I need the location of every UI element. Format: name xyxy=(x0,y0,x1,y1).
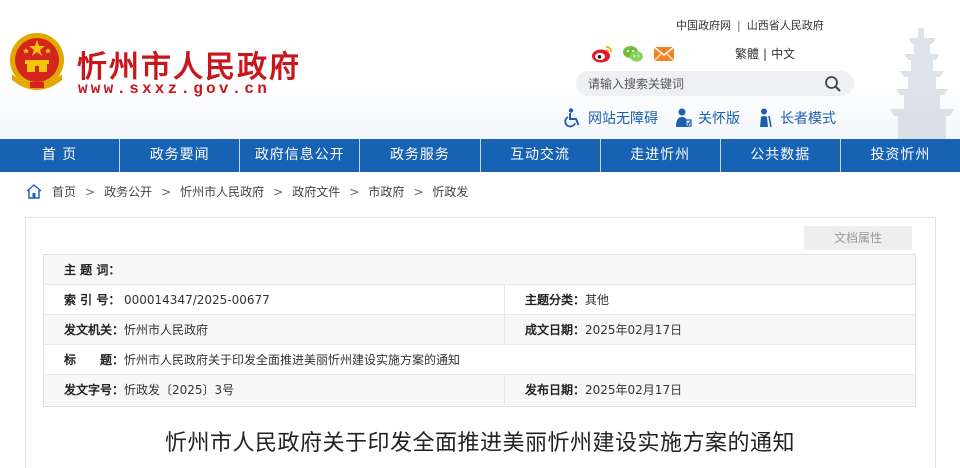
column-divider xyxy=(504,285,505,315)
link-shanxi-gov[interactable]: 山西省人民政府 xyxy=(747,19,824,32)
link-separator: | xyxy=(737,19,741,32)
meta-row-issuer: 发文机关： 忻州市人民政府 成文日期： 2025年02月17日 xyxy=(44,315,915,345)
index-label: 索 引 号： xyxy=(64,293,121,307)
document-attributes-tab[interactable]: 文档属性 xyxy=(804,226,912,250)
breadcrumb-separator: > xyxy=(349,184,360,199)
created-date-value: 2025年02月17日 xyxy=(585,323,683,337)
nav-government-services[interactable]: 政务服务 xyxy=(360,139,481,172)
top-links: 中国政府网 | 山西省人民政府 xyxy=(676,17,824,33)
column-divider xyxy=(504,315,505,345)
lang-separator: | xyxy=(763,47,768,61)
elder-icon xyxy=(760,108,772,128)
lang-traditional[interactable]: 繁體 xyxy=(735,47,759,61)
search-input[interactable] xyxy=(588,75,818,92)
breadcrumb-item[interactable]: 市政府 xyxy=(368,183,404,200)
barrier-free-label: 网站无障碍 xyxy=(588,111,658,127)
elder-mode-button[interactable]: 长者模式 xyxy=(756,108,836,128)
breadcrumb-item[interactable]: 政务公开 xyxy=(104,183,152,200)
home-icon[interactable] xyxy=(26,184,42,199)
column-divider xyxy=(504,375,505,405)
care-version-button[interactable]: 关怀版 xyxy=(674,108,740,128)
document-title: 忻州市人民政府关于印发全面推进美丽忻州建设实施方案的通知 xyxy=(164,431,795,456)
document-metadata-table: 主 题 词： 索 引 号： 000014347/2025-00677 主题分类：… xyxy=(43,254,916,407)
breadcrumb-item[interactable]: 首页 xyxy=(52,183,76,200)
category-value: 其他 xyxy=(585,293,610,307)
site-url[interactable]: www.sxxz.gov.cn xyxy=(78,80,270,98)
nav-government-news[interactable]: 政务要闻 xyxy=(120,139,241,172)
nav-public-data[interactable]: 公共数据 xyxy=(721,139,841,172)
site-header: 忻州市人民政府 www.sxxz.gov.cn 中国政府网|山西省人民政府 xyxy=(0,0,960,139)
published-date-label: 发布日期： xyxy=(525,383,586,397)
document-number-label: 发文字号： xyxy=(64,383,125,397)
issuer-value: 忻州市人民政府 xyxy=(124,323,209,337)
nav-home[interactable]: 首 页 xyxy=(0,139,121,172)
created-date-label: 成文日期： xyxy=(525,323,586,337)
category-label: 主题分类： xyxy=(525,293,586,307)
breadcrumb-separator: > xyxy=(161,184,172,199)
index-value: 000014347/2025-00677 xyxy=(124,293,270,307)
care-version-label: 关怀版 xyxy=(698,111,740,127)
keywords-label: 主 题 词： xyxy=(64,263,121,277)
weibo-icon[interactable] xyxy=(591,44,613,64)
language-switch: 繁體 | 中文 xyxy=(735,45,795,62)
nav-invest-xinzhou[interactable]: 投资忻州 xyxy=(841,139,960,172)
nav-interaction[interactable]: 互动交流 xyxy=(481,139,601,172)
published-date-value: 2025年02月17日 xyxy=(585,383,683,397)
breadcrumb-item[interactable]: 政府文件 xyxy=(292,183,340,200)
main-nav: 首 页 政务要闻 政府信息公开 政务服务 互动交流 走进忻州 公共数据 投资忻州 xyxy=(0,139,960,172)
breadcrumb-item[interactable]: 忻政发 xyxy=(432,183,468,200)
wheelchair-icon xyxy=(564,108,580,128)
meta-row-index: 索 引 号： 000014347/2025-00677 主题分类： 其他 xyxy=(44,285,915,315)
title-value: 忻州市人民政府关于印发全面推进美丽忻州建设实施方案的通知 xyxy=(124,353,461,367)
accessibility-bar: 网站无障碍 关怀版 长者模式 xyxy=(564,108,852,128)
wechat-icon[interactable] xyxy=(622,44,644,64)
document-number-value: 忻政发〔2025〕3号 xyxy=(124,383,235,397)
title-label: 标 题： xyxy=(64,353,125,367)
breadcrumb: 首页 > 政务公开 > 忻州市人民政府 > 政府文件 > 市政府 > 忻政发 xyxy=(26,183,468,200)
breadcrumb-separator: > xyxy=(413,184,424,199)
search-box xyxy=(576,71,854,96)
meta-row-title: 标 题： 忻州市人民政府关于印发全面推进美丽忻州建设实施方案的通知 xyxy=(44,345,915,375)
nav-about-xinzhou[interactable]: 走进忻州 xyxy=(601,139,721,172)
meta-row-docno: 发文字号： 忻政发〔2025〕3号 发布日期： 2025年02月17日 xyxy=(44,375,915,405)
elder-mode-label: 长者模式 xyxy=(780,111,836,127)
lang-simplified[interactable]: 中文 xyxy=(771,47,795,61)
meta-row-keywords: 主 题 词： xyxy=(44,255,915,285)
barrier-free-button[interactable]: 网站无障碍 xyxy=(564,108,658,128)
social-icons xyxy=(591,44,675,64)
national-emblem-icon xyxy=(10,33,64,90)
breadcrumb-separator: > xyxy=(273,184,284,199)
link-gov-cn[interactable]: 中国政府网 xyxy=(676,19,731,32)
nav-info-disclosure[interactable]: 政府信息公开 xyxy=(240,139,361,172)
care-icon xyxy=(676,108,692,127)
breadcrumb-separator: > xyxy=(85,184,96,199)
issuer-label: 发文机关： xyxy=(64,323,125,337)
search-icon[interactable] xyxy=(824,75,842,93)
email-icon[interactable] xyxy=(653,44,675,64)
breadcrumb-item[interactable]: 忻州市人民政府 xyxy=(180,183,264,200)
pagoda-decoration-icon xyxy=(890,28,954,139)
